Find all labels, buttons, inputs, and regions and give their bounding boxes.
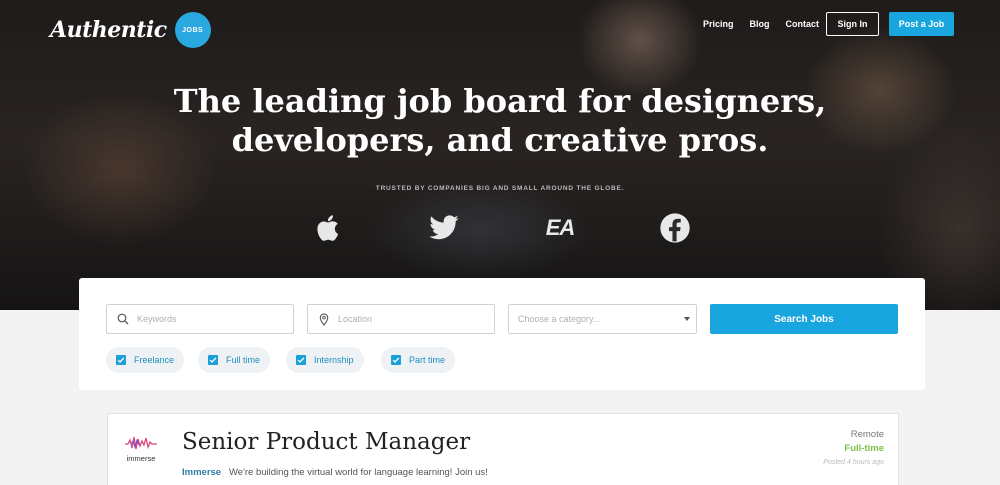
filter-label: Part time (409, 355, 446, 365)
facebook-icon (657, 210, 693, 246)
brand-logos: EA (0, 210, 1000, 246)
apple-icon (311, 210, 347, 246)
job-company[interactable]: Immerse (182, 467, 221, 478)
keywords-field[interactable] (106, 304, 294, 334)
filter-label: Full time (226, 355, 261, 365)
filter-part-time[interactable]: Part time (381, 347, 456, 373)
company-logo: immerse (123, 434, 159, 464)
filter-freelance[interactable]: Freelance (106, 347, 185, 373)
job-posted-time: Posted 4 hours ago (823, 459, 884, 466)
company-logo-text: immerse (126, 454, 156, 463)
checkbox-checked-icon[interactable] (116, 355, 126, 365)
site-logo[interactable]: Authentic JOBS (50, 12, 211, 48)
category-select-value: Choose a category... (518, 314, 601, 324)
job-location: Remote (850, 429, 884, 440)
search-card: Choose a category... Search Jobs Freelan… (79, 278, 925, 390)
location-field[interactable] (307, 304, 495, 334)
logo-wordmark: Authentic (50, 17, 167, 43)
filter-label: Freelance (134, 355, 175, 365)
job-listing[interactable]: immerse Senior Product Manager Immerse W… (107, 413, 899, 485)
chevron-down-icon (684, 317, 690, 321)
nav-link-blog[interactable]: Blog (750, 19, 770, 29)
filter-label: Internship (314, 355, 354, 365)
job-type-badge: Full-time (844, 443, 884, 454)
nav-link-contact[interactable]: Contact (786, 19, 820, 29)
search-jobs-button[interactable]: Search Jobs (710, 304, 898, 334)
checkbox-checked-icon[interactable] (391, 355, 401, 365)
logo-badge: JOBS (174, 12, 211, 48)
headline-line-2: developers, and creative pros. (231, 121, 769, 159)
checkbox-checked-icon[interactable] (296, 355, 306, 365)
trusted-tagline: TRUSTED BY COMPANIES BIG AND SMALL AROUN… (375, 185, 625, 192)
keywords-input[interactable] (137, 314, 277, 324)
nav-link-pricing[interactable]: Pricing (703, 19, 734, 29)
immerse-wave-icon (125, 436, 157, 450)
filter-internship[interactable]: Internship (286, 347, 364, 373)
ea-icon: EA (542, 210, 578, 246)
filter-full-time[interactable]: Full time (198, 347, 271, 373)
search-icon (116, 312, 130, 326)
twitter-icon (426, 210, 462, 246)
checkbox-checked-icon[interactable] (208, 355, 218, 365)
top-nav: Pricing Blog Contact Sign In Post a Job (703, 12, 954, 36)
hero: Authentic JOBS Pricing Blog Contact Sign… (0, 0, 1000, 310)
category-select[interactable]: Choose a category... (508, 304, 697, 334)
ea-icon-text: EA (545, 215, 576, 240)
location-pin-icon (317, 312, 331, 326)
sign-in-button[interactable]: Sign In (826, 12, 879, 36)
post-job-button[interactable]: Post a Job (889, 12, 954, 36)
job-title[interactable]: Senior Product Manager (182, 429, 470, 455)
job-description: We're building the virtual world for lan… (229, 467, 488, 478)
headline-line-1: The leading job board for designers, (173, 82, 827, 120)
hero-headline: The leading job board for designers, dev… (0, 82, 1000, 160)
location-input[interactable] (338, 314, 478, 324)
